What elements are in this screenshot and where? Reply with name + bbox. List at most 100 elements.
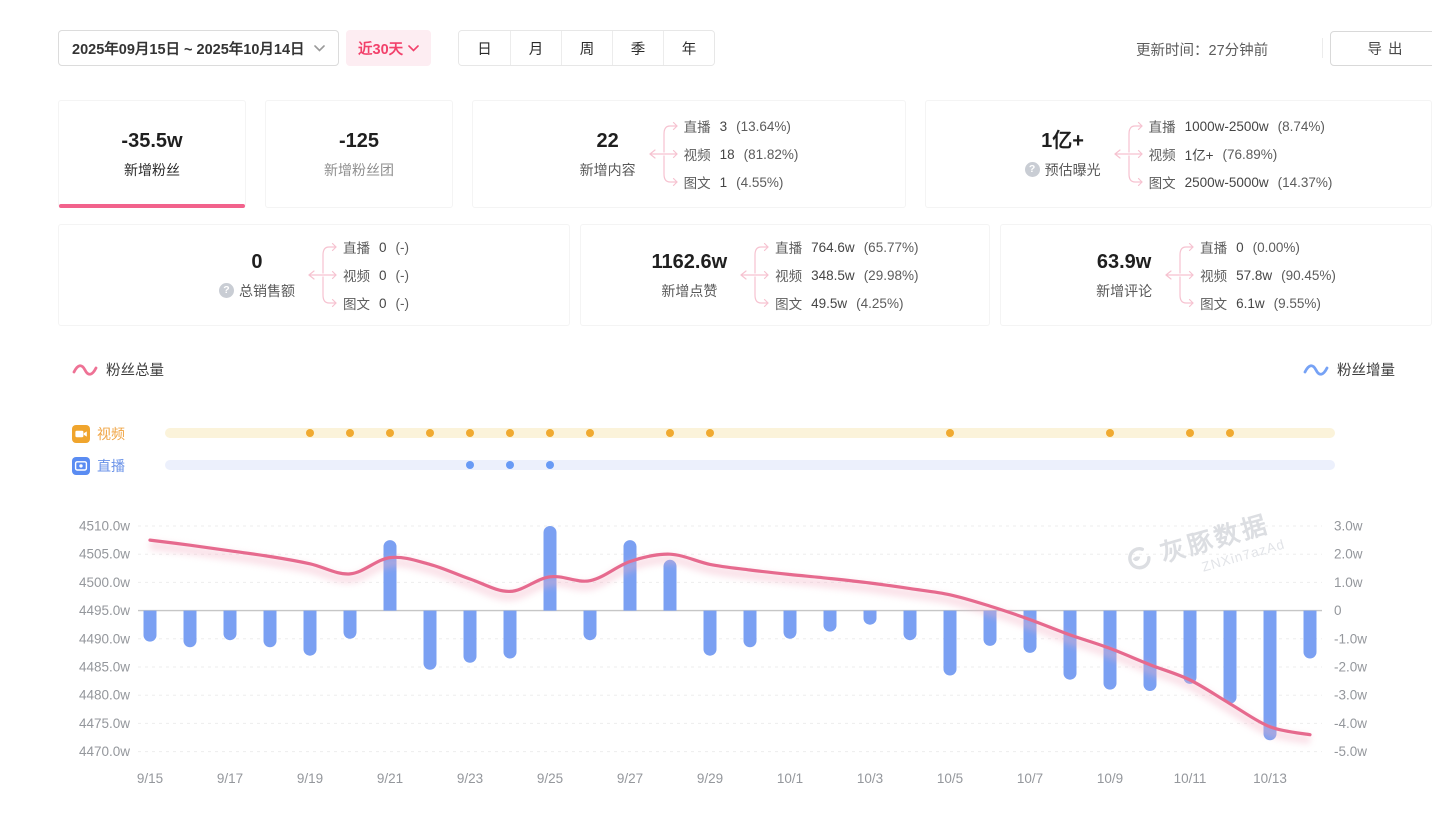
fans-delta-bar[interactable] — [784, 611, 797, 639]
left-axis-tick: 4500.0w — [79, 575, 130, 590]
video-day-dot[interactable] — [506, 429, 514, 437]
fans-delta-bar[interactable] — [384, 540, 397, 611]
stat-card-new-fan-club[interactable]: -125 新增粉丝团 — [265, 100, 453, 208]
legend-fans-delta-label: 粉丝增量 — [1337, 359, 1395, 380]
tab-day[interactable]: 日 — [459, 31, 510, 65]
tab-week[interactable]: 周 — [561, 31, 612, 65]
new-content-value: 22 — [580, 129, 636, 153]
right-axis-tick: -3.0w — [1334, 688, 1367, 703]
stat-card-new-fans[interactable]: -35.5w 新增粉丝 — [58, 100, 246, 208]
export-button[interactable]: 导出 — [1330, 31, 1432, 66]
fans-delta-bar[interactable] — [544, 526, 557, 611]
video-day-dot[interactable] — [586, 429, 594, 437]
new-fan-club-label: 新增粉丝团 — [324, 160, 394, 180]
fans-delta-bar[interactable] — [824, 611, 837, 632]
breakdown-row: 直播0(-) — [343, 233, 409, 261]
fans-delta-bar[interactable] — [424, 611, 437, 670]
video-day-dot[interactable] — [1226, 429, 1234, 437]
fans-delta-bar[interactable] — [864, 611, 877, 625]
stat-card-new-comments[interactable]: 63.9w 新增评论 直播0(0.00%) 视频57.8w(90.45%) 图文… — [1000, 224, 1432, 326]
video-day-dot[interactable] — [386, 429, 394, 437]
breakdown-row: 图文49.5w(4.25%) — [775, 289, 918, 317]
stat-card-est-exposure[interactable]: 1亿+ ?预估曝光 直播1000w-2500w(8.74%) 视频1亿+(76.… — [925, 100, 1432, 208]
quick-range-label: 近30天 — [358, 38, 403, 59]
fans-delta-bar[interactable] — [584, 611, 597, 641]
quick-range-selector[interactable]: 近30天 — [346, 30, 431, 66]
stat-card-new-content[interactable]: 22 新增内容 直播3(13.64%) 视频18(81.82%) 图文1(4.5… — [472, 100, 906, 208]
breakdown-row: 图文0(-) — [343, 289, 409, 317]
video-day-dot[interactable] — [346, 429, 354, 437]
stat-card-total-sales[interactable]: 0 ?总销售额 直播0(-) 视频0(-) 图文0(-) — [58, 224, 570, 326]
fans-delta-bar[interactable] — [304, 611, 317, 656]
fans-delta-bar[interactable] — [144, 611, 157, 642]
fans-delta-bar[interactable] — [704, 611, 717, 656]
fans-delta-bar[interactable] — [344, 611, 357, 639]
fans-delta-bar[interactable] — [944, 611, 957, 676]
fans-delta-bar[interactable] — [464, 611, 477, 663]
live-timeline-track — [165, 460, 1335, 470]
video-day-dot[interactable] — [546, 429, 554, 437]
video-timeline-track — [165, 428, 1335, 438]
fan-analytics-dashboard: 2025年09月15日 ~ 2025年10月14日 近30天 日 月 周 季 年… — [0, 0, 1432, 832]
tab-year[interactable]: 年 — [663, 31, 714, 65]
video-day-dot[interactable] — [666, 429, 674, 437]
fans-delta-bar[interactable] — [1144, 611, 1157, 691]
stat-card-new-likes[interactable]: 1162.6w 新增点赞 直播764.6w(65.77%) 视频348.5w(2… — [580, 224, 990, 326]
fans-delta-bar[interactable] — [624, 540, 637, 611]
left-axis-tick: 4505.0w — [79, 547, 130, 562]
legend-fans-total[interactable]: 粉丝总量 — [72, 359, 164, 380]
fans-delta-bar[interactable] — [1304, 611, 1317, 659]
fans-delta-bar[interactable] — [504, 611, 517, 659]
est-exposure-label: 预估曝光 — [1045, 160, 1101, 180]
live-day-dot[interactable] — [466, 461, 474, 469]
x-axis-tick: 9/21 — [377, 771, 403, 786]
breakdown-bracket — [305, 233, 339, 317]
breakdown-row: 图文6.1w(9.55%) — [1200, 289, 1336, 317]
x-axis-tick: 9/17 — [217, 771, 243, 786]
breakdown-bracket — [737, 233, 771, 317]
help-icon[interactable]: ? — [219, 283, 234, 298]
video-day-dot[interactable] — [1106, 429, 1114, 437]
video-day-dot[interactable] — [706, 429, 714, 437]
right-axis-tick: -4.0w — [1334, 716, 1367, 731]
fans-delta-bar[interactable] — [1184, 611, 1197, 684]
fans-delta-bar[interactable] — [224, 611, 237, 641]
date-range-picker[interactable]: 2025年09月15日 ~ 2025年10月14日 — [58, 30, 339, 66]
fans-delta-bar[interactable] — [1224, 611, 1237, 704]
x-axis-tick: 9/15 — [137, 771, 163, 786]
tab-month[interactable]: 月 — [510, 31, 561, 65]
live-day-dot[interactable] — [546, 461, 554, 469]
x-axis-tick: 9/27 — [617, 771, 643, 786]
fans-delta-bar[interactable] — [1264, 611, 1277, 741]
x-axis-tick: 10/3 — [857, 771, 883, 786]
tab-quarter[interactable]: 季 — [612, 31, 663, 65]
legend-fans-delta[interactable]: 粉丝增量 — [1303, 359, 1395, 380]
fans-delta-bar[interactable] — [664, 560, 677, 611]
chevron-down-icon — [314, 45, 325, 52]
period-tab-group: 日 月 周 季 年 — [458, 30, 715, 66]
fans-trend-chart[interactable]: 4510.0w4505.0w4500.0w4495.0w4490.0w4485.… — [0, 500, 1432, 810]
date-range-value: 2025年09月15日 ~ 2025年10月14日 — [72, 38, 305, 59]
fans-delta-bar[interactable] — [744, 611, 757, 648]
breakdown-row: 直播764.6w(65.77%) — [775, 233, 918, 261]
video-day-dot[interactable] — [1186, 429, 1194, 437]
pink-wave-icon — [72, 362, 98, 378]
right-axis-tick: -1.0w — [1334, 631, 1367, 646]
video-day-dot[interactable] — [306, 429, 314, 437]
video-day-dot[interactable] — [426, 429, 434, 437]
fans-delta-bar[interactable] — [184, 611, 197, 648]
live-day-dot[interactable] — [506, 461, 514, 469]
video-day-dot[interactable] — [466, 429, 474, 437]
x-axis-tick: 9/23 — [457, 771, 483, 786]
fans-delta-bar[interactable] — [904, 611, 917, 641]
help-icon[interactable]: ? — [1025, 162, 1040, 177]
fans-delta-bar[interactable] — [264, 611, 277, 648]
breakdown-bracket — [646, 112, 680, 196]
right-axis-tick: 1.0w — [1334, 575, 1363, 590]
right-axis-tick: 3.0w — [1334, 519, 1363, 534]
chevron-down-icon — [408, 45, 419, 52]
new-comments-label: 新增评论 — [1096, 281, 1152, 301]
video-day-dot[interactable] — [946, 429, 954, 437]
update-time-text: 更新时间：27分钟前 — [1136, 39, 1268, 60]
active-tab-indicator — [59, 204, 245, 208]
